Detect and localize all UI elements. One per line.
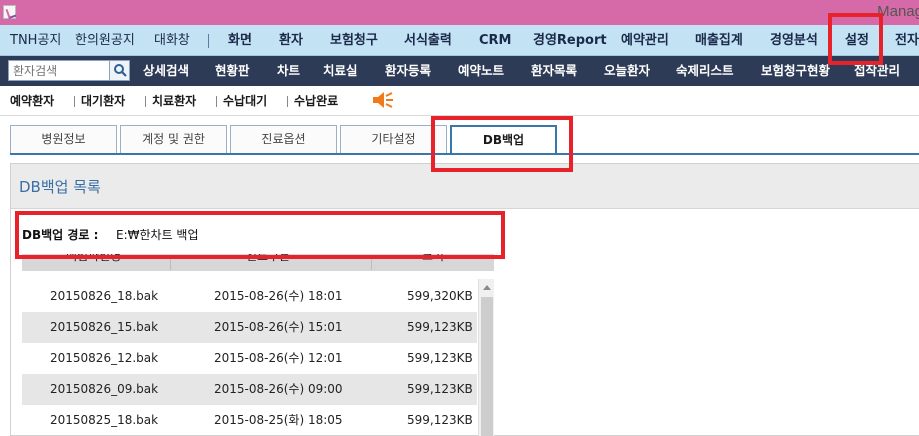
column-header-size[interactable]: 크기 — [422, 254, 444, 264]
menu-form-print[interactable]: 서식출력 — [404, 25, 452, 56]
title-bar: Manag — [0, 0, 919, 25]
table-header: 백업파일명 진료구분 크기 — [22, 254, 494, 271]
menu-clinic-notice[interactable]: 한의원공지 — [75, 25, 135, 56]
patient-search-input[interactable] — [9, 61, 109, 80]
panel-header: DB백업 목록 — [11, 164, 919, 209]
backup-date: 2015-08-26(수) 18:01 — [214, 289, 343, 303]
tab-treatment-options[interactable]: 진료옵션 — [230, 125, 337, 154]
tab-other-settings[interactable]: 기타설정 — [340, 125, 447, 154]
backup-size: 599,320KB — [407, 289, 473, 303]
submenu-claim-status[interactable]: 보험청구현황 — [761, 56, 830, 86]
backup-filename: 20150826_15.bak — [50, 320, 159, 334]
search-icon — [114, 64, 127, 77]
backup-size: 599,123KB — [407, 413, 473, 427]
column-divider — [170, 256, 171, 270]
menu-reservation[interactable]: 예약관리 — [621, 25, 669, 56]
main-menu: TNH공지 한의원공지 대화창 화면 환자 보험청구 서식출력 CRM 경영Re… — [0, 25, 919, 56]
tab-hospital-info[interactable]: 병원정보 — [10, 125, 117, 154]
tab-underline — [10, 153, 919, 155]
menu-divider — [208, 34, 209, 48]
table-row[interactable]: 20150825_18.bak 2015-08-25(화) 18:05 599,… — [22, 405, 477, 436]
submenu-treatment-room[interactable]: 치료실 — [323, 56, 358, 86]
column-header-filename[interactable]: 백업파일명 — [66, 254, 121, 264]
menu-settings[interactable]: 설정 — [845, 25, 869, 56]
menu-sales[interactable]: 매출집계 — [695, 25, 743, 56]
quick-divider — [74, 96, 75, 107]
quick-divider — [145, 96, 146, 107]
quick-reserved-patients[interactable]: 예약환자 — [10, 86, 54, 116]
scroll-up-arrow-icon[interactable] — [479, 279, 495, 295]
quick-payment-waiting[interactable]: 수납대기 — [223, 86, 267, 116]
submenu-patient-register[interactable]: 환자등록 — [385, 56, 431, 86]
tab-db-backup[interactable]: DB백업 — [450, 125, 557, 155]
speaker-icon[interactable] — [372, 91, 394, 109]
quick-bar: 예약환자 대기환자 치료환자 수납대기 수납완료 — [0, 86, 919, 116]
patient-search — [8, 60, 130, 81]
submenu-detail-search[interactable]: 상세검색 — [143, 56, 189, 86]
backup-filename: 20150825_18.bak — [50, 413, 159, 427]
backup-date: 2015-08-25(화) 18:05 — [214, 413, 343, 427]
menu-insurance-claim[interactable]: 보험청구 — [330, 25, 378, 56]
backup-date: 2015-08-26(수) 09:00 — [214, 382, 343, 396]
menu-patient[interactable]: 환자 — [279, 25, 303, 56]
backup-size: 599,123KB — [407, 351, 473, 365]
menu-screen[interactable]: 화면 — [228, 25, 252, 56]
app-icon — [3, 5, 16, 19]
quick-treating-patients[interactable]: 치료환자 — [152, 86, 196, 116]
quick-divider — [287, 96, 288, 107]
table-row[interactable]: 20150826_09.bak 2015-08-26(수) 09:00 599,… — [22, 374, 477, 405]
quick-payment-done[interactable]: 수납완료 — [294, 86, 338, 116]
window-title: Manag — [877, 3, 919, 20]
menu-management-report[interactable]: 경영Report — [533, 25, 607, 56]
submenu-patient-list[interactable]: 환자목록 — [531, 56, 577, 86]
tab-accounts-permissions[interactable]: 계정 및 권한 — [120, 125, 227, 154]
submenu-chart[interactable]: 차트 — [277, 56, 300, 86]
submenu-today-patients[interactable]: 오늘환자 — [604, 56, 650, 86]
table-scrollbar[interactable] — [478, 279, 494, 436]
menu-tnh-notice[interactable]: TNH공지 — [10, 25, 61, 56]
column-header-type[interactable]: 진료구분 — [246, 254, 290, 264]
table-row[interactable]: 20150826_12.bak 2015-08-26(수) 12:01 599,… — [22, 343, 477, 374]
table-row[interactable]: 20150826_15.bak 2015-08-26(수) 15:01 599,… — [22, 312, 477, 343]
quick-waiting-patients[interactable]: 대기환자 — [81, 86, 125, 116]
quick-divider — [216, 96, 217, 107]
submenu-homework-list[interactable]: 숙제리스트 — [676, 56, 734, 86]
scroll-thumb[interactable] — [481, 297, 493, 436]
backup-filename: 20150826_12.bak — [50, 351, 159, 365]
backup-size: 599,123KB — [407, 382, 473, 396]
backup-filename: 20150826_18.bak — [50, 289, 159, 303]
backup-date: 2015-08-26(수) 12:01 — [214, 351, 343, 365]
submenu-reservation-note[interactable]: 예약노트 — [458, 56, 504, 86]
menu-crm[interactable]: CRM — [479, 25, 512, 56]
table-row[interactable]: 20150826_18.bak 2015-08-26(수) 18:01 599,… — [22, 281, 477, 312]
sub-menu: 상세검색 현황판 차트 치료실 환자등록 예약노트 환자목록 오늘환자 숙제리스… — [0, 56, 919, 86]
backup-size: 599,123KB — [407, 320, 473, 334]
menu-chat[interactable]: 대화창 — [154, 25, 190, 56]
column-divider — [371, 256, 372, 270]
submenu-status-board[interactable]: 현황판 — [215, 56, 250, 86]
backup-filename: 20150826_09.bak — [50, 382, 159, 396]
search-button[interactable] — [109, 61, 129, 80]
backup-path-label: DB백업 경로 : — [22, 228, 99, 242]
panel-title: DB백업 목록 — [19, 178, 101, 196]
submenu-reception[interactable]: 접작관리 — [854, 56, 900, 86]
backup-date: 2015-08-26(수) 15:01 — [214, 320, 343, 334]
menu-analysis[interactable]: 경영분석 — [770, 25, 818, 56]
menu-electronic[interactable]: 전자 — [895, 25, 919, 56]
backup-path-value: E:₩한차트 백업 — [116, 228, 199, 242]
